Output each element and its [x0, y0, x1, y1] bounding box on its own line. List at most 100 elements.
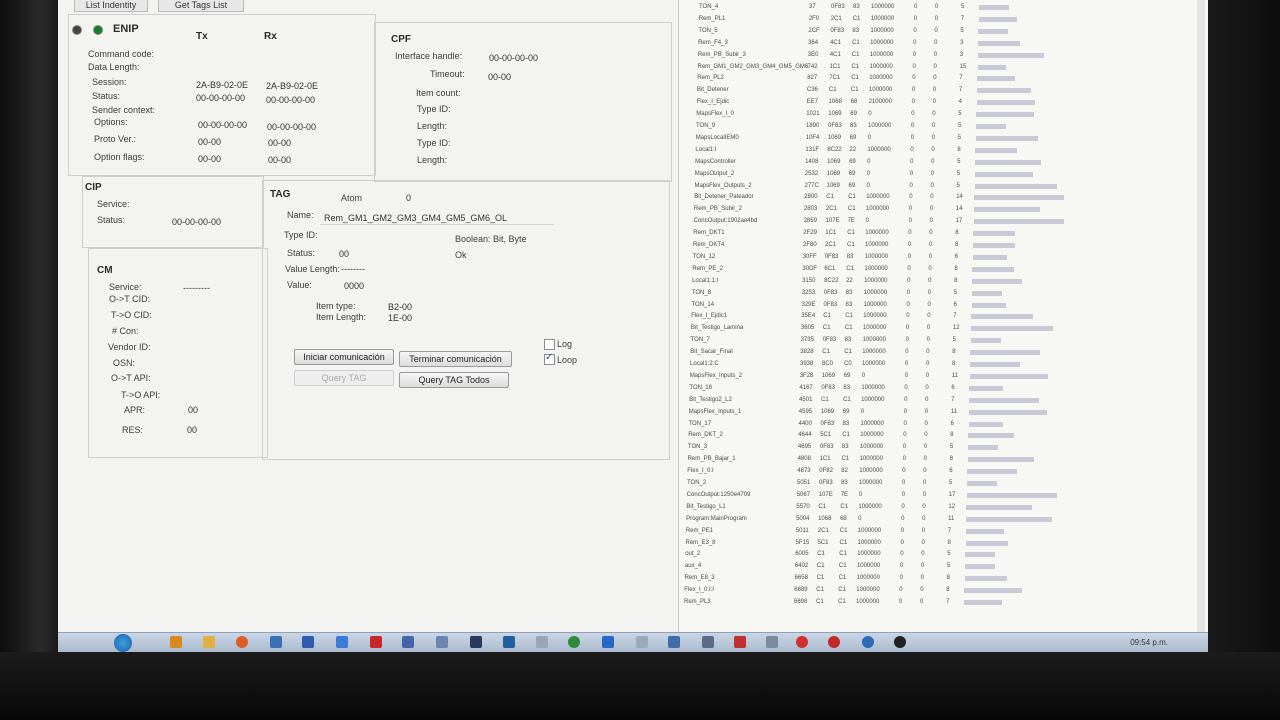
- tag-list-row[interactable]: Rem_PL1 2F0 2C1 C1 1000000 0 0 7: [699, 14, 1208, 26]
- loop-checkbox[interactable]: [544, 352, 555, 365]
- tag-list-row[interactable]: TON_18 4167 0F83 83 1000000 0 0 6: [689, 383, 1199, 395]
- start-button-icon[interactable]: [114, 634, 132, 652]
- tag-list-cell-n: 5: [956, 182, 960, 189]
- app-icon-14[interactable]: [766, 636, 778, 648]
- query-tag-button[interactable]: Query TAG: [294, 370, 394, 386]
- tag-list-row[interactable]: Rem_PE1 5011 2C1 C1 1000000 0 0 7: [686, 526, 1196, 538]
- tag-list-row[interactable]: MapsFlex_Inputs_1 4595 1069 69 0 0 0 11: [689, 407, 1199, 419]
- app-icon-3[interactable]: [402, 636, 414, 648]
- tag-list-row[interactable]: Bit_Detener C36 C1 C1 1000000 0 0 7: [697, 85, 1207, 97]
- tag-list-row[interactable]: ConcOutput:1902ae4bd 2859 107E 7E 0 0 0 17: [694, 216, 1204, 228]
- tag-list-row[interactable]: MapsController 1408 1069 69 0 0 0 5: [695, 157, 1205, 169]
- tag-list-row[interactable]: TON_2 5051 0F83 83 1000000 0 0 5: [687, 478, 1197, 490]
- tag-list-row[interactable]: Rem_PB_Subir_3 3E0 4C1 C1 1000000 0 0 3: [698, 50, 1208, 62]
- tag-list-row[interactable]: TON_7 3735 0F83 83 1000000 0 0 5: [691, 335, 1201, 347]
- app-icon-11[interactable]: [668, 636, 680, 648]
- name-label: Name:: [287, 210, 314, 220]
- tag-list-cell-n: 7: [946, 599, 950, 605]
- tag-list-row[interactable]: MapsFlex_Inputs_2 3F28 1069 69 0 0 0 11: [690, 371, 1200, 383]
- tag-list-row[interactable]: TON_4 37 0F83 83 1000000 0 0 5: [699, 2, 1208, 14]
- tag-list-row[interactable]: Bit_Testigo_Lamina 3605 C1 C1 1000000 0 0 12: [691, 323, 1201, 335]
- tag-list-row[interactable]: out_2 6005 C1 C1 1000000 0 0 5: [685, 549, 1195, 561]
- tag-list-row[interactable]: MapsFlex_I_0 1021 1069 69 0 0 0 5: [696, 109, 1206, 121]
- app-icon-13[interactable]: [734, 636, 746, 648]
- tag-list-row[interactable]: Program:MainProgram 5004 1068 68 0 0 0 11: [686, 514, 1196, 526]
- tag-list-row[interactable]: Rem_PB_Bajar_1 4808 1C1 C1 1000000 0 0 8: [688, 454, 1198, 466]
- tag-list-row[interactable]: Bit_Sacar_Final 3828 C1 C1 1000000 0 0 8: [690, 347, 1200, 359]
- tag-list-row[interactable]: Local1:I 131F 8C22 22 1000000 0 0 8: [695, 145, 1205, 157]
- tag-name-field[interactable]: Rem_GM1_GM2_GM3_GM4_GM5_GM6_OL: [320, 211, 554, 225]
- tag-list-row[interactable]: MapsLocalIEM0 10F4 1069 69 0 0 0 5: [696, 133, 1206, 145]
- browser-icon[interactable]: [236, 636, 248, 648]
- tag-list-scrollbar[interactable]: [1197, 0, 1205, 632]
- tag-list-cell-t: C1: [822, 349, 830, 356]
- app-icon-7[interactable]: [536, 636, 548, 648]
- tag-list-row[interactable]: TON_12 30FF 0F83 83 1000000 0 0 6: [693, 252, 1203, 264]
- app-icon-9[interactable]: [602, 636, 614, 648]
- tag-list-row[interactable]: Rem_DKT4 2F80 2C1 C1 1000000 0 0 8: [693, 240, 1203, 252]
- tag-list-row[interactable]: Rem_DKT1 2F29 1C1 C1 1000000 0 0 8: [693, 228, 1203, 240]
- tag-list-row[interactable]: TON_8 3253 0F83 83 1000000 0 0 5: [692, 288, 1202, 300]
- tag-list-cell-id: 37: [809, 4, 816, 10]
- tag-list-cell-t: 0F83: [822, 337, 837, 344]
- tag-list-row[interactable]: Bit_Testigo_L1 5570 C1 C1 1000000 0 0 12: [686, 502, 1196, 514]
- tag-list-row[interactable]: ConcOutput:1250e4709 5067 107E 7E 0 0 0 17: [687, 490, 1197, 502]
- tag-list-cell-v: 1000000: [859, 444, 884, 451]
- tag-list-row[interactable]: Rem_PL3 6698 C1 C1 1000000 0 0 7: [684, 597, 1194, 609]
- tag-list-row[interactable]: TON_9 1890 0F83 83 1000000 0 0 5: [696, 121, 1206, 133]
- app-icon-12[interactable]: [702, 636, 714, 648]
- list-identity-button[interactable]: List Indentity: [74, 0, 148, 12]
- iniciar-comunicacion-button[interactable]: Iniciar comunicación: [294, 349, 394, 365]
- app-icon-17[interactable]: [862, 636, 874, 648]
- app-icon-15[interactable]: [796, 636, 808, 648]
- folder-icon[interactable]: [203, 636, 215, 648]
- tag-list-row[interactable]: TON_14 329E 0F83 83 1000000 0 0 6: [692, 300, 1202, 312]
- tag-list-panel[interactable]: TON_4 37 0F83 83 1000000 0 0 5 Rem_PL1 2F0 2C1 C1 10…: [678, 0, 1208, 632]
- media-player-icon[interactable]: [170, 636, 182, 648]
- word-icon[interactable]: [302, 636, 314, 648]
- tag-list-row[interactable]: Rem_E8_3 6658 C1 C1 1000000 0 0 8: [685, 573, 1195, 585]
- tag-list-row[interactable]: TON_3 4695 0F83 83 1000000 0 0 5: [688, 442, 1198, 454]
- tag-list-row[interactable]: Rem_PE_2 30DF 6C1 C1 1000000 0 0 8: [692, 264, 1202, 276]
- tag-list-row[interactable]: TON_17 4400 0F83 83 1000000 0 0 6: [689, 419, 1199, 431]
- tag-list-row[interactable]: TON_5 2CF 0F83 83 1000000 0 0 5: [698, 26, 1208, 38]
- log-checkbox[interactable]: [544, 339, 555, 350]
- tag-list-cell-b: 0: [927, 313, 931, 320]
- type-id-label-2: Type ID:: [417, 138, 451, 148]
- app-icon-10[interactable]: [636, 636, 648, 648]
- tag-list-row[interactable]: Rem_GM1_GM2_GM3_GM4_GM5_GM6 742 1C1 C1 10000…: [698, 62, 1208, 74]
- app-icon-8[interactable]: [568, 636, 580, 648]
- tag-list-cell-id: 3253: [801, 289, 816, 296]
- tag-list-row[interactable]: Rem_PB_Subir_2 2803 2C1 C1 1000000 0 0 14: [694, 204, 1204, 216]
- app-icon-6[interactable]: [503, 636, 515, 648]
- tag-list-cell-t: 1068: [818, 515, 832, 522]
- app-icon-2[interactable]: [336, 636, 348, 648]
- tag-list-row[interactable]: Rem_DKT_2 4644 5C1 C1 1000000 0 0 8: [688, 430, 1198, 442]
- tag-list-row[interactable]: Bit_Detener_Pateador 2800 C1 C1 1000000 0 0 14: [694, 192, 1204, 204]
- tag-list-row[interactable]: Local1:2:C 3938 8C0 C0 1000000 0 0 8: [690, 359, 1200, 371]
- terminar-comunicacion-button[interactable]: Terminar comunicación: [399, 351, 512, 367]
- tag-list-row[interactable]: Flex_I_0:I 4873 0F82 82 1000000 0 0 6: [687, 466, 1197, 478]
- tag-list-row[interactable]: Local1:1:I 3150 8C22 22 1000000 0 0 8: [692, 276, 1202, 288]
- app-icon-4[interactable]: [436, 636, 448, 648]
- get-tags-list-button[interactable]: Get Tags List: [158, 0, 244, 12]
- app-icon-1[interactable]: [270, 636, 282, 648]
- tag-list-row[interactable]: Bit_Testigo2_L2 4501 C1 C1 1000000 0 0 7: [689, 395, 1199, 407]
- app-icon-16[interactable]: [828, 636, 840, 648]
- tag-list-row[interactable]: MapsFlex_Outputs_2 277C 1069 69 0 0 0 5: [695, 181, 1205, 193]
- tag-list-row[interactable]: Rem_E3_8 5F15 5C1 C1 1000000 0 0 8: [686, 538, 1196, 550]
- app-icon-18[interactable]: [894, 636, 906, 648]
- app-icon-5[interactable]: [470, 636, 482, 648]
- pdf-icon[interactable]: [370, 636, 382, 648]
- tag-list-row[interactable]: Rem_F4_3 364 4C1 C1 1000000 0 0 3: [698, 38, 1208, 50]
- query-tag-todos-button[interactable]: Query TAG Todos: [399, 372, 509, 388]
- tag-list-row[interactable]: Flex_I_0:I:I 6689 C1 C1 1000000 0 0 8: [684, 585, 1194, 597]
- tag-list-cell-id: 1408: [805, 158, 819, 165]
- tag-list-row[interactable]: Rem_PL2 827 7C1 C1 1000000 0 0 7: [697, 73, 1207, 85]
- tag-list-row[interactable]: aux_4 6402 C1 C1 1000000 0 0 5: [685, 561, 1195, 573]
- tag-list-row[interactable]: Flex_I_Ejdic1 35E4 C1 C1 1000000 0 0 7: [691, 311, 1201, 323]
- tag-list-cell-t: 6C1: [824, 265, 836, 272]
- tag-list-cell-t: 0F83: [821, 384, 836, 391]
- tag-list-row[interactable]: MapsOutput_2 2532 1069 69 0 0 0 5: [695, 169, 1205, 181]
- tag-list-row[interactable]: Flex_I_Ejdic EE7 1068 68 2100000 0 0 4: [697, 97, 1207, 109]
